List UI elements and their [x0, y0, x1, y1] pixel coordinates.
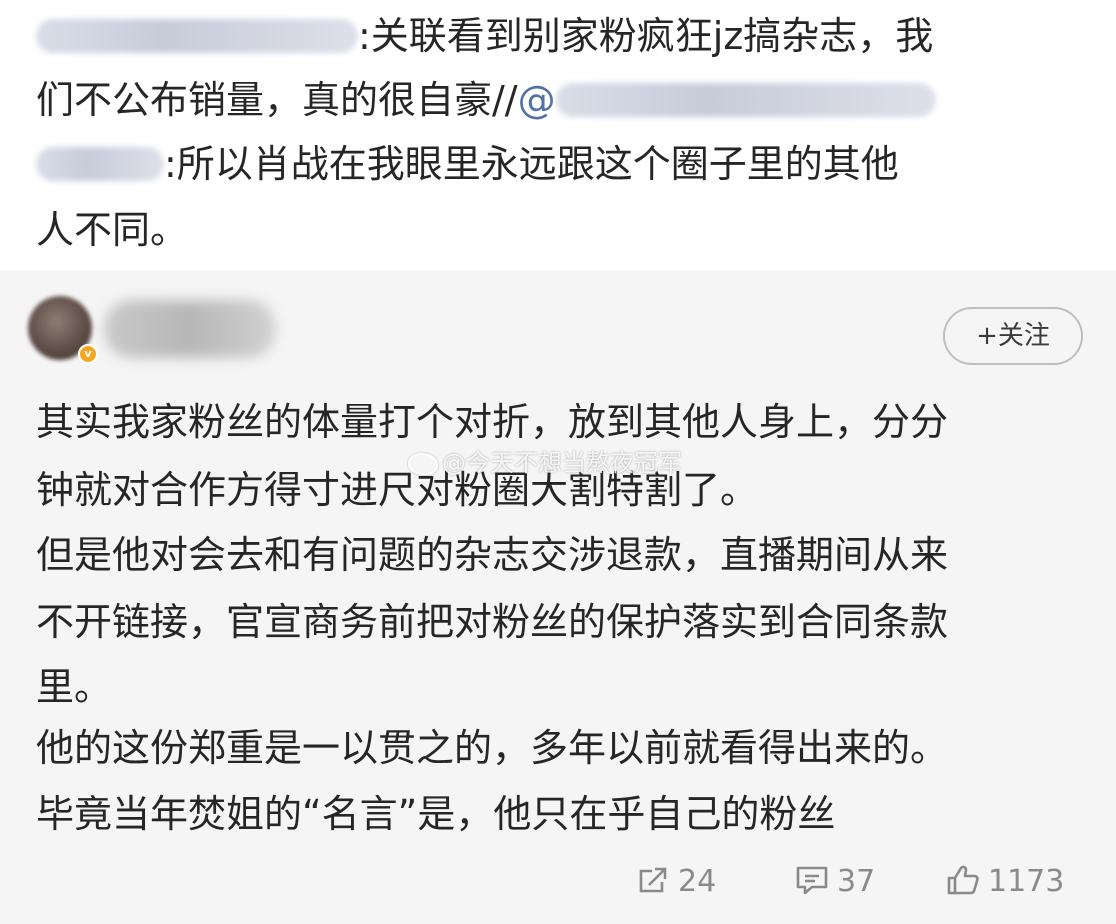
thumbs-up-icon	[947, 865, 979, 895]
like-button[interactable]: 1173	[946, 860, 1064, 904]
post-content-line: 其实我家粉丝的体量打个对折，放到其他人身上，分分	[36, 400, 949, 444]
quoted-username-2[interactable]	[36, 142, 164, 186]
post-content-line: 不开链接，官宣商务前把对粉丝的保护落实到合同条款	[36, 600, 949, 644]
quote-line-1: :关联看到别家粉疯狂jz搞杂志，我	[36, 8, 933, 64]
weibo-watermark: @今天不想当熬夜冠军	[408, 448, 682, 478]
verified-badge-icon: v	[78, 344, 98, 364]
post-content-line: 里。	[36, 665, 113, 709]
weibo-logo-icon	[408, 453, 438, 475]
author-name[interactable]	[104, 300, 276, 358]
mention-link[interactable]: @	[518, 78, 936, 122]
follow-button[interactable]: +关注	[943, 307, 1083, 365]
quote-line-2-text: 们不公布销量，真的很自豪//	[36, 78, 518, 122]
quote-line-4: 人不同。	[36, 202, 188, 258]
post-content-line: 他的这份郑重是一以贯之的，多年以前就看得出来的。	[36, 726, 949, 770]
comment-bubble-icon	[796, 866, 828, 895]
watermark-text: @今天不想当熬夜冠军	[442, 449, 682, 477]
post-content-line: 毕竟当年焚姐的“名言”是，他只在乎自己的粉丝	[36, 792, 836, 836]
author-avatar[interactable]: v	[28, 296, 98, 370]
like-count: 1173	[988, 864, 1065, 899]
quote-line-1-text: :关联看到别家粉疯狂jz搞杂志，我	[358, 14, 934, 58]
repost-count: 24	[678, 864, 717, 899]
quoted-repost-chain: :关联看到别家粉疯狂jz搞杂志，我 们不公布销量，真的很自豪//@ :所以肖战在…	[0, 0, 1116, 270]
mention-at-symbol: @	[517, 78, 556, 122]
quote-line-2: 们不公布销量，真的很自豪//@	[36, 72, 936, 128]
share-arrow-icon	[639, 867, 667, 893]
comment-count: 37	[837, 864, 876, 899]
post-content-line: 但是他对会去和有问题的杂志交涉退款，直播期间从来	[36, 533, 949, 577]
comment-button[interactable]: 37	[795, 860, 875, 904]
quote-line-3: :所以肖战在我眼里永远跟这个圈子里的其他	[36, 136, 899, 192]
quoted-username-1[interactable]	[36, 14, 358, 58]
quote-line-4-text: 人不同。	[36, 208, 189, 252]
repost-button[interactable]: 24	[638, 860, 716, 904]
quote-line-3-text: :所以肖战在我眼里永远跟这个圈子里的其他	[164, 142, 899, 186]
